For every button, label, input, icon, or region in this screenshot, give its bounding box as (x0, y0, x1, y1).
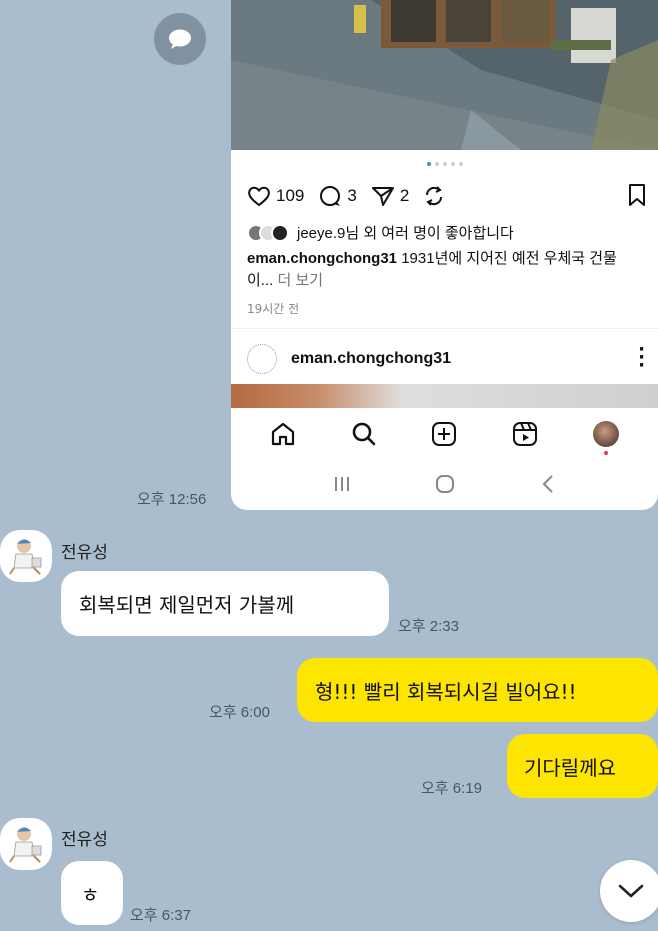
share-count: 2 (399, 186, 410, 205)
recent-apps-icon[interactable] (332, 475, 352, 493)
caption-user[interactable]: eman.chongchong31 (247, 250, 397, 267)
scroll-down-button[interactable] (600, 860, 658, 922)
message-bubble[interactable]: 회복되면 제일먼저 가볼께 (61, 571, 389, 636)
message-time: 오후 12:56 (137, 491, 207, 508)
message-time: 오후 6:37 (130, 907, 191, 924)
liker-avatars (247, 223, 289, 242)
sender-name: 전유성 (61, 830, 108, 850)
like-count: 109 (276, 186, 305, 205)
message-text: 형!!! 빨리 회복되시길 빌어요!! (315, 679, 577, 704)
liked-by: jeeye.9님 외 여러 명이 좋아합니다 (247, 222, 514, 243)
chevron-down-icon (618, 884, 644, 898)
chat-bubble-icon[interactable] (154, 13, 206, 65)
avatar (271, 223, 289, 242)
share-action[interactable]: 2 (371, 185, 409, 207)
avatar[interactable] (0, 530, 52, 582)
next-post-photo (231, 384, 658, 408)
avatar[interactable] (247, 344, 277, 374)
comment-count: 3 (347, 186, 357, 205)
add-post-icon[interactable] (431, 421, 457, 447)
repost-icon (426, 186, 443, 206)
home-icon[interactable] (270, 421, 296, 447)
bookmark-icon[interactable] (627, 183, 647, 212)
comment-action[interactable]: 3 (318, 185, 357, 207)
message-time: 오후 6:19 (421, 780, 482, 797)
message-text: 기다릴께요 (524, 755, 616, 780)
message-text: ㅎ (81, 882, 100, 907)
post-caption: eman.chongchong31 1931년에 지어진 예전 우체국 건물이.… (247, 248, 642, 292)
shared-screenshot[interactable]: 109 3 2 jeeye.9님 외 여러 명이 좋아합니다 eman.chon… (231, 0, 658, 510)
message-bubble[interactable]: ㅎ (61, 861, 123, 925)
sender-name: 전유성 (61, 543, 108, 563)
message-bubble[interactable]: 기다릴께요 (507, 734, 658, 798)
liked-by-text: jeeye.9님 외 여러 명이 좋아합니다 (297, 225, 514, 242)
post-time: 19시간 전 (247, 302, 300, 316)
more-vert-icon[interactable]: · · · (638, 341, 645, 375)
message-text: 회복되면 제일먼저 가볼께 (79, 593, 295, 617)
home-button-icon[interactable] (434, 473, 456, 495)
post-photo (231, 0, 658, 150)
search-icon[interactable] (351, 421, 377, 447)
message-time: 오후 2:33 (398, 618, 459, 635)
reels-icon[interactable] (512, 421, 538, 447)
comment-icon (320, 186, 341, 206)
send-icon (371, 187, 394, 206)
post-actions: 109 3 2 (247, 181, 647, 211)
message-bubble[interactable]: 형!!! 빨리 회복되시길 빌어요!! (297, 658, 658, 722)
next-post-header: eman.chongchong31 · · · (247, 341, 647, 376)
message-time: 오후 6:00 (209, 704, 270, 721)
repost-action[interactable] (423, 185, 450, 207)
profile-icon[interactable] (592, 421, 619, 455)
avatar[interactable] (0, 818, 52, 870)
back-icon[interactable] (539, 473, 557, 495)
system-nav-bar (231, 462, 658, 506)
divider (231, 328, 658, 329)
heart-icon (248, 186, 270, 207)
next-post-user[interactable]: eman.chongchong31 (291, 350, 451, 368)
more-link[interactable]: 더 보기 (273, 272, 323, 289)
instagram-nav-bar (231, 408, 658, 460)
like-action[interactable]: 109 (247, 185, 304, 207)
carousel-dots (231, 162, 658, 166)
